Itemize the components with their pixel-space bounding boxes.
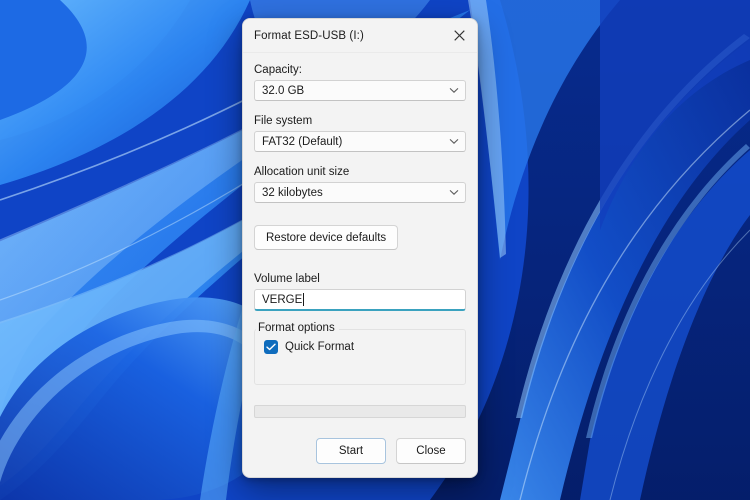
volume-label-value: VERGE (262, 293, 303, 306)
quick-format-checkbox[interactable] (264, 340, 278, 354)
chevron-down-icon (449, 87, 459, 94)
text-caret (303, 293, 305, 306)
dialog-titlebar[interactable]: Format ESD-USB (I:) (243, 19, 477, 53)
capacity-dropdown[interactable]: 32.0 GB (254, 80, 466, 101)
file-system-dropdown[interactable]: FAT32 (Default) (254, 131, 466, 152)
close-dialog-button[interactable]: Close (396, 438, 466, 464)
volume-label-input[interactable]: VERGE (254, 289, 466, 311)
format-options-title: Format options (256, 322, 339, 334)
format-dialog: Format ESD-USB (I:) Capacity: 32.0 GB Fi… (242, 18, 478, 478)
format-options-group: Format options Quick Format (254, 322, 466, 385)
format-progress-bar (254, 405, 466, 418)
allocation-unit-dropdown[interactable]: 32 kilobytes (254, 182, 466, 203)
restore-device-defaults-button[interactable]: Restore device defaults (254, 225, 399, 250)
chevron-down-icon (449, 138, 459, 145)
dialog-body: Capacity: 32.0 GB File system FAT32 (Def… (243, 53, 477, 477)
quick-format-row[interactable]: Quick Format (264, 340, 456, 354)
file-system-value: FAT32 (Default) (262, 135, 343, 148)
volume-label-label: Volume label (254, 273, 320, 285)
start-button[interactable]: Start (316, 438, 386, 464)
capacity-label: Capacity: (254, 64, 302, 76)
allocation-unit-value: 32 kilobytes (262, 186, 323, 199)
quick-format-label: Quick Format (285, 341, 355, 353)
checkmark-icon (266, 343, 276, 351)
close-button[interactable] (441, 19, 477, 52)
close-icon (453, 30, 465, 41)
dialog-footer: Start Close (254, 438, 466, 477)
chevron-down-icon (449, 189, 459, 196)
allocation-unit-label: Allocation unit size (254, 166, 350, 178)
capacity-value: 32.0 GB (262, 84, 305, 97)
dialog-title: Format ESD-USB (I:) (254, 29, 364, 42)
file-system-label: File system (254, 115, 313, 127)
